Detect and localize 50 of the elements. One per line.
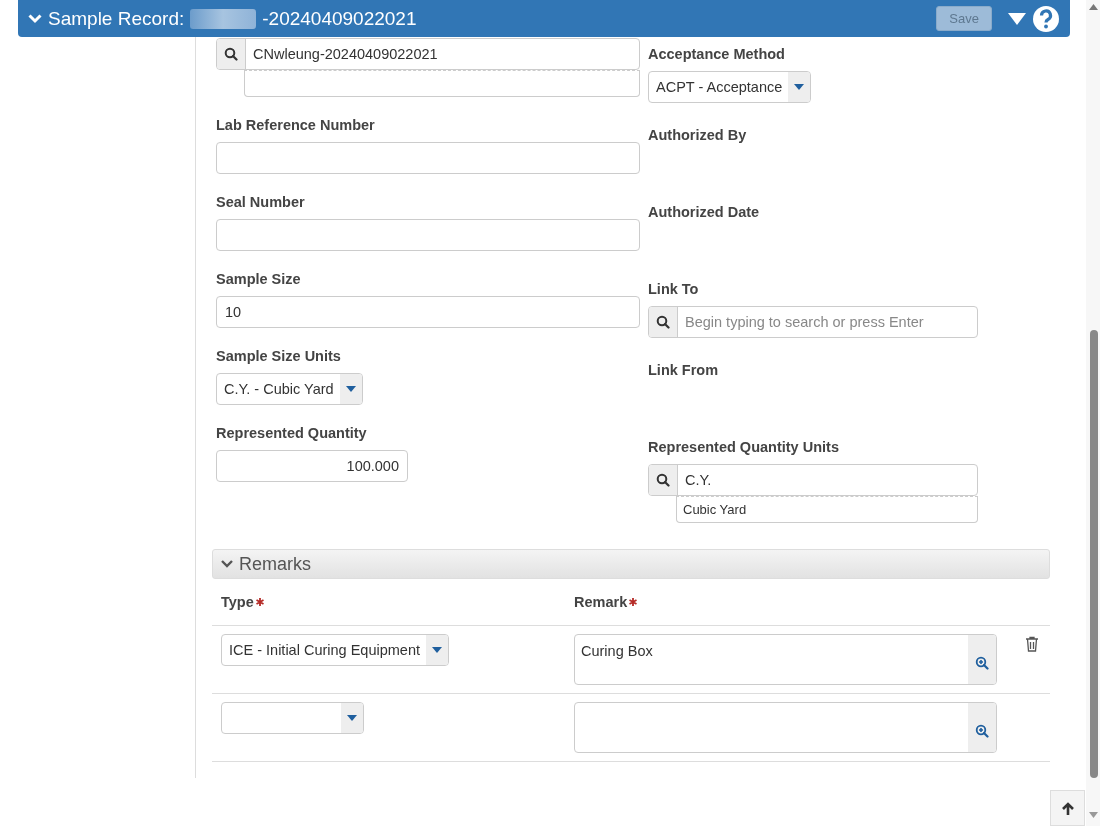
field-label: Seal Number — [216, 194, 306, 211]
remark-field[interactable] — [574, 702, 997, 753]
text-field[interactable] — [216, 142, 640, 174]
type-dropdown[interactable]: ICE - Initial Curing Equipment — [221, 634, 449, 666]
caret-icon — [347, 715, 357, 721]
field-label: Link To — [648, 281, 700, 298]
section-title: Remarks — [239, 553, 311, 575]
chevron-down-icon[interactable] — [28, 13, 42, 24]
scroll-up-icon[interactable] — [1089, 4, 1098, 10]
scroll-thumb[interactable] — [1090, 330, 1098, 778]
lookup-field[interactable]: CNwleung-20240409022021 — [216, 38, 640, 70]
help-icon[interactable] — [1032, 4, 1060, 33]
record-title: Sample Record: — [48, 7, 185, 30]
dropdown[interactable]: ACPT - Acceptance — [648, 71, 812, 103]
caret-icon — [794, 84, 805, 90]
redacted-block — [190, 8, 257, 29]
field-label: Authorized Date — [648, 204, 761, 221]
record-number: -20240409022021 — [262, 7, 417, 30]
field-label: Acceptance Method — [648, 46, 786, 63]
caret-icon — [432, 647, 442, 653]
zoom-in-icon — [975, 724, 989, 738]
field-label: Authorized By — [648, 127, 748, 144]
field-label: Link From — [648, 362, 720, 379]
suggestion-item[interactable]: Cubic Yard — [676, 496, 978, 523]
scroll-to-top-button[interactable] — [1050, 790, 1085, 826]
lookup-field[interactable]: C.Y. — [648, 464, 978, 496]
field-label: Lab Reference Number — [216, 117, 376, 134]
search-icon — [224, 47, 238, 61]
field-label: Represented Quantity Units — [648, 439, 840, 456]
trash-icon[interactable] — [1025, 636, 1039, 652]
remark-field[interactable]: Curing Box — [574, 634, 997, 685]
search-icon — [656, 315, 670, 329]
dropdown[interactable]: C.Y. - Cubic Yard — [216, 373, 363, 405]
field-label: Sample Size Units — [216, 348, 342, 365]
text-field[interactable]: 10 — [216, 296, 640, 328]
caret-down-icon[interactable] — [1008, 12, 1026, 25]
field-label: Represented Quantity — [216, 425, 368, 442]
field-label: Sample Size — [216, 271, 302, 288]
caret-icon — [345, 386, 356, 392]
zoom-in-icon — [975, 656, 989, 670]
text-field[interactable] — [216, 219, 640, 251]
lookup-field[interactable]: Begin typing to search or press Enter — [648, 306, 978, 338]
arrow-up-icon — [1061, 801, 1074, 815]
column-header: Remark — [574, 594, 628, 610]
section-header[interactable]: Remarks — [212, 549, 1050, 579]
chevron-down-icon — [221, 560, 233, 568]
scroll-down-icon[interactable] — [1089, 812, 1098, 818]
search-icon — [656, 473, 670, 487]
column-header: Type — [221, 594, 254, 610]
number-field[interactable]: 100.000 — [216, 450, 408, 482]
